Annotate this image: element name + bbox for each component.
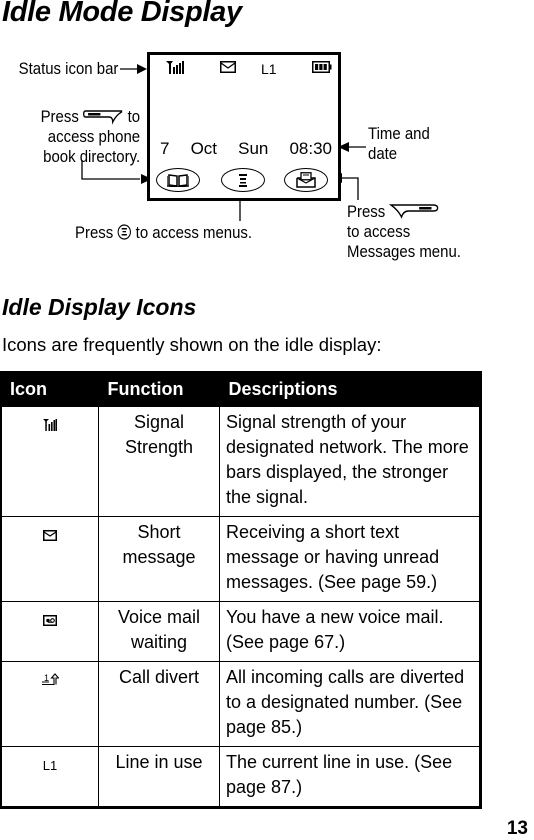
date-time-display: 7 Oct Sun 08:30 — [160, 139, 332, 159]
date-weekday: Sun — [238, 139, 269, 158]
page-number: 13 — [506, 818, 528, 839]
description-cell: Receiving a short text message or having… — [219, 516, 482, 602]
messages-press-label: Press — [347, 202, 386, 221]
function-cell: Line in use — [98, 746, 220, 809]
phonebook-line3: book directory. — [42, 147, 141, 166]
phonebook-to-label: to — [127, 107, 140, 126]
idle-icons-table: Icon Function Descriptions Signal Streng… — [0, 371, 482, 809]
messages-softkey[interactable] — [284, 168, 328, 192]
description-cell: Signal strength of your designated netwo… — [219, 405, 482, 517]
date-month: Oct — [190, 139, 218, 158]
description-cell: All incoming calls are diverted to a des… — [219, 661, 482, 747]
envelope-icon — [220, 61, 236, 73]
left-softkey-icon — [83, 110, 123, 125]
table-row: Signal Strength Signal strength of your … — [0, 405, 482, 517]
phonebook-icon — [167, 174, 189, 187]
function-cell: Short message — [98, 516, 220, 602]
table-row: Short message Receiving a short text mes… — [0, 516, 482, 602]
phonebook-press-label: Press — [40, 107, 79, 126]
section-heading: Idle Display Icons — [2, 294, 197, 320]
signal-strength-icon — [166, 61, 184, 74]
description-cell: You have a new voice mail. (See page 67.… — [219, 601, 482, 662]
messages-line3: Messages menu. — [347, 242, 461, 261]
table-row: Voice mail waiting You have a new voice … — [0, 601, 482, 662]
phone-display: L1 7 Oct Sun 08:30 — [147, 52, 341, 201]
time-date-line1: Time and — [368, 124, 430, 143]
column-header-icon: Icon — [0, 371, 100, 407]
table-row: 1 Call divert All incoming calls are div… — [0, 661, 482, 747]
messages-callout: Press to access Messages menu. — [347, 201, 461, 262]
menus-rest-label: to access menus. — [135, 223, 253, 242]
menu-icon — [239, 174, 247, 187]
time-display: 08:30 — [289, 139, 332, 158]
date-day: 7 — [160, 139, 170, 158]
column-header-function: Function — [97, 371, 221, 407]
short-message-icon — [43, 530, 57, 541]
phonebook-callout: Press to access phone book directory. — [40, 107, 140, 167]
phonebook-softkey[interactable] — [156, 168, 200, 192]
description-cell: The current line in use. (See page 87.) — [219, 746, 482, 809]
menu-softkey[interactable] — [221, 168, 265, 192]
function-cell: Call divert — [98, 661, 220, 747]
line-indicator: L1 — [261, 61, 277, 77]
time-date-line2: date — [368, 144, 398, 163]
signal-strength-icon — [43, 419, 57, 431]
table-header-row: Icon Function Descriptions — [0, 371, 482, 407]
menu-key-icon — [117, 224, 132, 240]
line-in-use-icon: L1 — [0, 746, 99, 809]
section-intro: Icons are frequently shown on the idle d… — [2, 334, 382, 355]
call-divert-icon: 1 — [42, 673, 60, 686]
voice-mail-icon — [43, 615, 57, 626]
right-softkey-icon — [388, 204, 439, 219]
function-cell: Signal Strength — [98, 405, 220, 517]
table-row: L1 Line in use The current line in use. … — [0, 746, 482, 809]
column-header-descriptions: Descriptions — [218, 371, 482, 407]
battery-icon — [312, 61, 332, 73]
menus-callout: Press to access menus. — [75, 223, 252, 243]
phonebook-line2: access phone — [47, 127, 140, 146]
menus-press-label: Press — [75, 223, 114, 242]
messages-line2: to access — [347, 222, 411, 241]
messages-icon — [296, 172, 316, 188]
status-bar-callout: Status icon bar — [18, 59, 118, 78]
time-date-callout: Time and date — [368, 124, 430, 164]
function-cell: Voice mail waiting — [98, 601, 220, 662]
arrow-icon — [137, 64, 147, 74]
